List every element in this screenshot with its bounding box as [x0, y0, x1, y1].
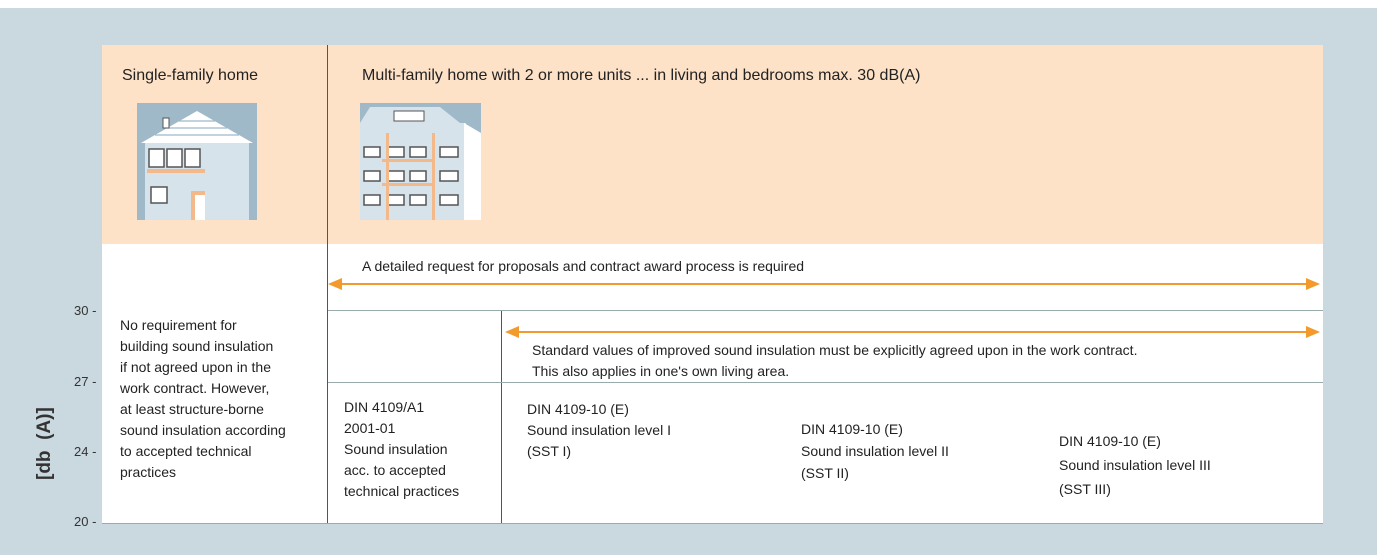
multi-family-house-icon	[360, 103, 481, 220]
improved-insulation-text-2: This also applies in one's own living ar…	[532, 363, 790, 379]
inner-column-divider	[501, 311, 502, 524]
note-line: to accepted technical	[120, 443, 252, 459]
standard-line: acc. to accepted	[344, 462, 446, 478]
standard-line: Sound insulation level II	[801, 443, 949, 459]
full-range-arrow	[328, 278, 1320, 290]
note-line: if not agreed upon in the	[120, 359, 272, 375]
note-line: sound insulation according	[120, 422, 286, 438]
tick-24: 24 -	[74, 444, 97, 459]
standard-line: (SST I)	[527, 443, 572, 459]
standard-line: DIN 4109-10 (E)	[527, 401, 629, 417]
row-line-1	[328, 310, 1323, 311]
note-line: at least structure-borne	[120, 401, 264, 417]
tick-30: 30 -	[74, 303, 97, 318]
note-line: building sound insulation	[120, 338, 274, 354]
axis-title: [db (A)]	[34, 407, 55, 480]
note-line: practices	[120, 464, 177, 480]
standard-line: Sound insulation level I	[527, 422, 671, 438]
standard-line: DIN 4109/A1	[344, 399, 425, 415]
standard-line: technical practices	[344, 483, 460, 499]
row-line-2	[328, 382, 1323, 383]
note-line: No requirement for	[120, 317, 237, 333]
single-family-title: Single-family home	[122, 67, 259, 84]
standard-line: DIN 4109-10 (E)	[1059, 433, 1161, 449]
tick-27: 27 -	[74, 374, 97, 389]
standard-line: Sound insulation level III	[1059, 457, 1211, 473]
baseline	[102, 523, 1323, 524]
standard-line: (SST III)	[1059, 481, 1111, 497]
tender-requirement-text: A detailed request for proposals and con…	[362, 258, 805, 274]
improved-range-arrow	[505, 326, 1320, 338]
standard-line: DIN 4109-10 (E)	[801, 421, 903, 437]
note-line: work contract. However,	[120, 380, 270, 396]
standard-line: Sound insulation	[344, 441, 448, 457]
standard-line: 2001-01	[344, 420, 396, 436]
standard-line: (SST II)	[801, 465, 849, 481]
tick-20: 20 -	[74, 514, 97, 529]
single-family-house-icon	[137, 103, 257, 220]
multi-family-title: Multi-family home with 2 or more units .…	[362, 67, 921, 84]
improved-insulation-text-1: Standard values of improved sound insula…	[532, 342, 1138, 358]
